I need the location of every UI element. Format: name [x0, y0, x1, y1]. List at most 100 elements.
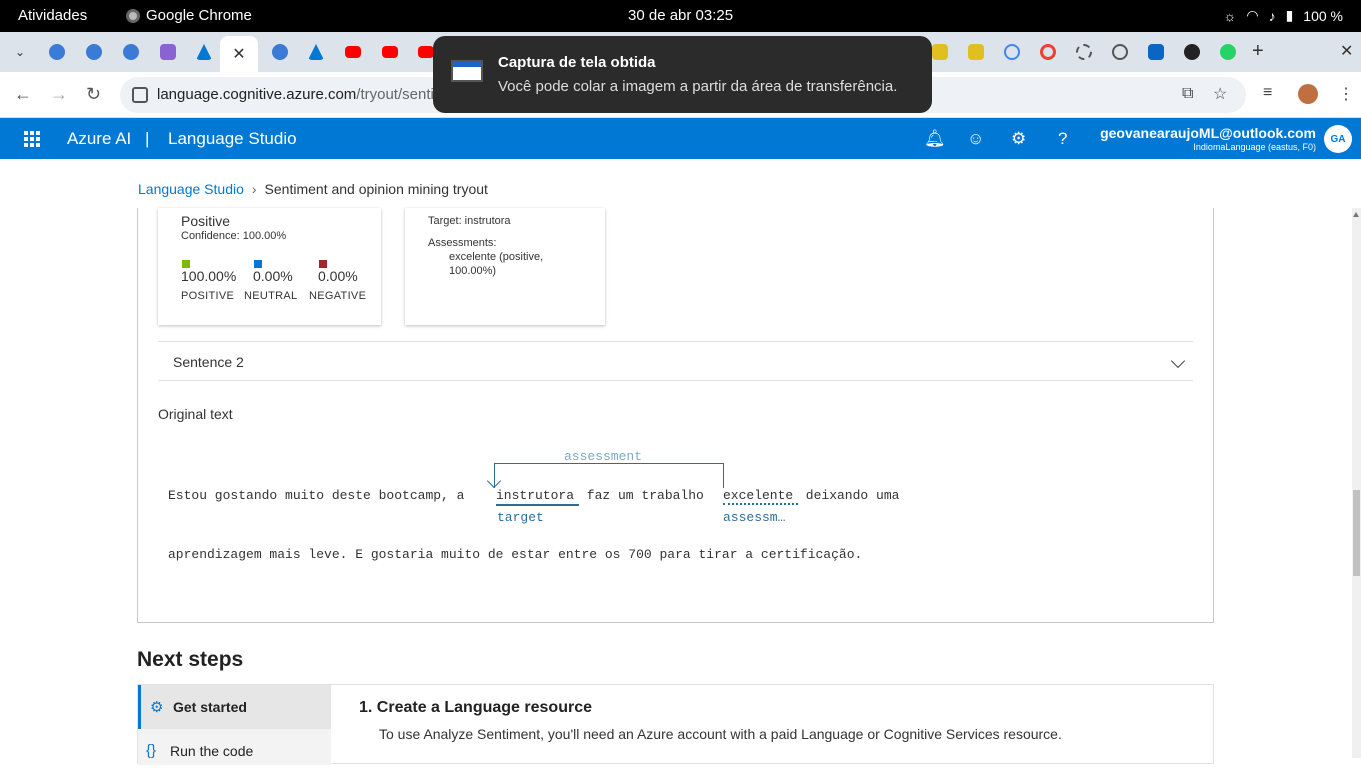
- tab-favicon-icon: [932, 44, 948, 60]
- breadcrumb-root[interactable]: Language Studio: [138, 181, 244, 197]
- brand-link[interactable]: Azure AI: [67, 129, 131, 149]
- close-window-button[interactable]: ✕: [1340, 41, 1353, 61]
- positive-caption: POSITIVE: [181, 290, 235, 302]
- linkedin-icon: [1148, 44, 1164, 60]
- app-name: Google Chrome: [146, 7, 252, 24]
- tab[interactable]: [339, 38, 367, 66]
- braces-icon: {}: [146, 742, 157, 759]
- next-steps-section: ⚙ Get started {} Run the code 1. Create …: [137, 684, 1214, 765]
- assessment-word[interactable]: excelente: [723, 488, 793, 503]
- tab-favicon-icon: [1004, 44, 1020, 60]
- step-description: To use Analyze Sentiment, you'll need an…: [379, 726, 1062, 742]
- youtube-icon: [345, 46, 361, 58]
- scrollbar-thumb[interactable]: [1353, 490, 1360, 576]
- account-email[interactable]: geovanearaujoML@outlook.com: [1100, 125, 1316, 141]
- new-tab-button[interactable]: +: [1252, 40, 1264, 63]
- nav-get-started[interactable]: ⚙ Get started: [138, 685, 331, 729]
- tab-favicon-icon: [272, 44, 288, 60]
- forward-icon[interactable]: →: [50, 84, 68, 105]
- site-info-icon[interactable]: [132, 87, 148, 103]
- page-scrollbar[interactable]: [1352, 208, 1361, 758]
- negative-swatch: [319, 260, 327, 268]
- sentence-2-accordion[interactable]: Sentence 2: [158, 341, 1193, 381]
- waffle-menu-icon[interactable]: [24, 131, 40, 147]
- battery-level: 100 %: [1303, 7, 1343, 24]
- tab[interactable]: [266, 38, 294, 66]
- activities-button[interactable]: Atividades: [18, 7, 87, 24]
- app-header: Azure AI | Language Studio 🔔︎ ☺ ⚙ ? geov…: [0, 118, 1361, 159]
- chrome-icon: [126, 8, 140, 23]
- app-menu[interactable]: Google Chrome: [126, 7, 252, 24]
- scroll-up-icon[interactable]: [1353, 212, 1359, 217]
- neutral-caption: NEUTRAL: [244, 290, 298, 302]
- relation-label: assessment: [564, 449, 643, 464]
- tab[interactable]: [1214, 38, 1242, 66]
- azure-icon: [308, 44, 324, 60]
- gear-icon: ⚙: [150, 699, 164, 716]
- tab[interactable]: [1178, 38, 1206, 66]
- tab[interactable]: [1034, 38, 1062, 66]
- chevron-right-icon: ›: [251, 181, 257, 197]
- brightness-icon: ☼: [1223, 7, 1237, 24]
- close-tab-icon[interactable]: ✕: [232, 44, 245, 64]
- target-word[interactable]: instrutora: [496, 488, 574, 503]
- negative-caption: NEGATIVE: [309, 290, 367, 302]
- github-icon: [1184, 44, 1200, 60]
- tab[interactable]: [190, 38, 218, 66]
- positive-score: 100.00%: [181, 268, 237, 284]
- tab[interactable]: [154, 38, 182, 66]
- original-text-heading: Original text: [158, 406, 233, 422]
- profile-avatar[interactable]: [1298, 84, 1318, 104]
- assessment-tag: assessm…: [723, 510, 786, 525]
- sentiment-card: Positive Confidence: 100.00% 100.00% 0.0…: [158, 208, 381, 325]
- tab-favicon-icon: [160, 44, 176, 60]
- chevron-down-icon[interactable]: [1170, 353, 1186, 369]
- wifi-icon: ◠: [1246, 7, 1259, 23]
- avatar[interactable]: GA: [1324, 125, 1352, 153]
- negative-score: 0.00%: [318, 268, 358, 284]
- reload-icon[interactable]: ↻: [86, 84, 101, 105]
- tab[interactable]: [80, 38, 108, 66]
- opinion-card: Target: instrutora Assessments: excelent…: [405, 208, 605, 325]
- tab-favicon-icon: [123, 44, 139, 60]
- sentiment-label: Positive: [181, 213, 231, 229]
- neutral-swatch: [254, 260, 262, 268]
- sentence-2-label: Sentence 2: [173, 354, 244, 370]
- screenshot-notification[interactable]: Captura de tela obtida Você pode colar a…: [433, 36, 932, 113]
- tab-active[interactable]: ✕: [220, 36, 258, 72]
- back-icon[interactable]: ←: [14, 84, 32, 105]
- tab[interactable]: [1070, 38, 1098, 66]
- bell-icon[interactable]: 🔔︎: [924, 129, 946, 149]
- tab-favicon-icon: [968, 44, 984, 60]
- url-text[interactable]: language.cognitive.azure.com/tryout/sent…: [157, 86, 455, 103]
- nav-run-the-code[interactable]: {} Run the code: [138, 729, 331, 773]
- tab[interactable]: [1106, 38, 1134, 66]
- tab[interactable]: [117, 38, 145, 66]
- url-host: language.cognitive.azure.com: [157, 86, 357, 103]
- product-link[interactable]: Language Studio: [168, 129, 297, 149]
- notification-title: Captura de tela obtida: [498, 54, 656, 71]
- tab[interactable]: [376, 38, 404, 66]
- system-top-bar: Atividades Google Chrome 30 de abr 03:25…: [0, 0, 1361, 32]
- target-text: Target: instrutora: [428, 215, 511, 227]
- header-separator: |: [145, 129, 150, 148]
- smiley-icon[interactable]: ☺: [967, 129, 984, 149]
- tab[interactable]: [962, 38, 990, 66]
- gear-icon[interactable]: ⚙: [1011, 129, 1026, 149]
- text-segment: Estou gostando muito deste bootcamp, a: [168, 488, 473, 503]
- kebab-menu-icon[interactable]: ⋮: [1338, 84, 1354, 104]
- tab[interactable]: [998, 38, 1026, 66]
- translate-icon[interactable]: ⧉: [1182, 85, 1193, 103]
- bookmark-star-icon[interactable]: ☆: [1213, 84, 1227, 104]
- tab[interactable]: [1142, 38, 1170, 66]
- breadcrumb: Language Studio › Sentiment and opinion mi…: [138, 181, 488, 197]
- tab-search-button[interactable]: ⌄: [6, 38, 34, 66]
- system-tray[interactable]: ☼ ◠ ♪ ▮ 100 %: [1224, 7, 1343, 24]
- clock[interactable]: 30 de abr 03:25: [628, 7, 733, 24]
- tab[interactable]: [302, 38, 330, 66]
- youtube-icon: [418, 46, 434, 58]
- help-icon[interactable]: ?: [1058, 129, 1067, 149]
- tab[interactable]: [43, 38, 71, 66]
- media-control-icon[interactable]: ≡: [1263, 84, 1272, 102]
- volume-icon: ♪: [1268, 7, 1276, 24]
